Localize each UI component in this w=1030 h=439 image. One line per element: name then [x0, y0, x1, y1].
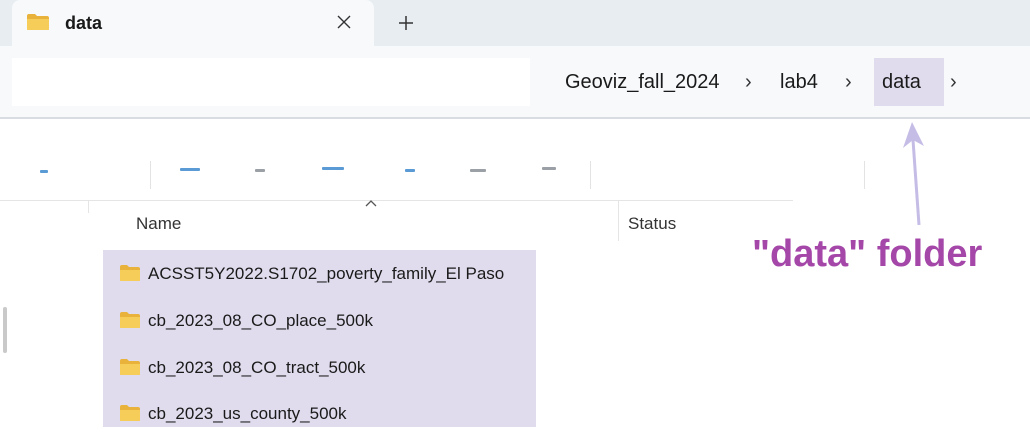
folder-icon	[120, 265, 140, 281]
copy-icon[interactable]	[180, 168, 200, 171]
toolbar-separator	[864, 161, 865, 189]
toolbar-separator	[590, 161, 591, 189]
list-item[interactable]: cb_2023_08_CO_tract_500k	[103, 344, 536, 388]
column-divider[interactable]	[88, 201, 89, 213]
chevron-right-icon[interactable]: ›	[845, 58, 852, 106]
plus-icon[interactable]	[392, 9, 420, 37]
arrow-up-icon	[903, 122, 924, 226]
title-bar: data	[0, 0, 1030, 46]
file-explorer-window: data Geoviz_fall_2024 › lab4 › data › Na…	[0, 0, 1030, 439]
rename-icon[interactable]	[322, 167, 344, 170]
file-name: cb_2023_08_CO_place_500k	[148, 311, 373, 330]
file-name: ACSST5Y2022.S1702_poverty_family_El Paso	[148, 264, 505, 283]
tab-title: data	[65, 13, 103, 33]
scrollbar[interactable]	[3, 307, 7, 353]
folder-icon	[120, 312, 140, 328]
folder-icon	[27, 14, 49, 30]
file-list: ACSST5Y2022.S1702_poverty_family_El Paso…	[103, 250, 536, 427]
list-item[interactable]: cb_2023_us_county_500k	[103, 390, 536, 434]
column-header-status[interactable]: Status	[628, 214, 676, 234]
folder-icon	[120, 405, 140, 421]
breadcrumb-item-data[interactable]: data	[874, 58, 944, 106]
share-icon[interactable]	[405, 169, 415, 172]
address-input[interactable]	[12, 58, 530, 106]
file-name: cb_2023_08_CO_tract_500k	[148, 358, 366, 377]
close-icon[interactable]	[330, 8, 358, 36]
breadcrumb-item-geoviz[interactable]: Geoviz_fall_2024	[565, 58, 720, 106]
annotation-label: "data" folder	[752, 233, 983, 275]
folder-icon	[120, 359, 140, 375]
delete-icon[interactable]	[470, 169, 486, 172]
file-name: cb_2023_us_county_500k	[148, 404, 347, 423]
cut-icon[interactable]	[40, 170, 48, 173]
column-divider[interactable]	[618, 201, 619, 241]
chevron-right-icon[interactable]: ›	[950, 58, 957, 106]
tab-data[interactable]: data	[12, 0, 374, 46]
list-item[interactable]: cb_2023_08_CO_place_500k	[103, 297, 536, 341]
header-top-border	[0, 200, 793, 201]
list-item[interactable]: ACSST5Y2022.S1702_poverty_family_El Paso	[103, 250, 536, 294]
sort-icon[interactable]	[542, 167, 556, 170]
breadcrumb: Geoviz_fall_2024 › lab4 › data ›	[540, 58, 1030, 106]
sort-ascending-icon	[365, 200, 377, 207]
address-bar-area: Geoviz_fall_2024 › lab4 › data ›	[0, 46, 1030, 118]
toolbar-separator	[150, 161, 151, 189]
chevron-right-icon[interactable]: ›	[745, 58, 752, 106]
column-header-name[interactable]: Name	[136, 214, 181, 234]
paste-icon[interactable]	[255, 169, 265, 172]
breadcrumb-item-lab4[interactable]: lab4	[780, 58, 818, 106]
command-bar	[0, 119, 1030, 201]
